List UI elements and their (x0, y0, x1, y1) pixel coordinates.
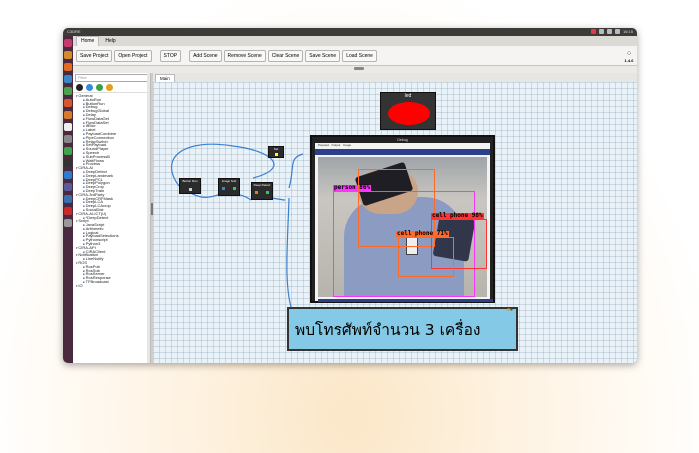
folder-icon[interactable] (106, 84, 113, 91)
gear-icon[interactable]: ● (510, 307, 513, 313)
camera-image: person 86% cell phone 98% cell phone 71% (318, 157, 487, 297)
scene-tab-bar: Main (153, 73, 637, 82)
open-project-button[interactable]: Open Project (114, 49, 152, 62)
node-port[interactable] (189, 188, 192, 191)
writer-icon[interactable] (64, 75, 72, 83)
software-icon[interactable] (64, 111, 72, 119)
node-palette: Filter GeneralAutoRunButtonRunDebugDebug… (73, 73, 151, 363)
save-scene-button[interactable]: Save Scene (305, 49, 341, 62)
toolbar-collapse-handle[interactable] (354, 67, 364, 70)
vscode-icon[interactable] (64, 171, 72, 179)
detection-box-phone (398, 237, 454, 277)
sidebar-scrollbar[interactable] (147, 73, 150, 363)
node-port[interactable] (233, 187, 236, 190)
camera-debug-window[interactable]: Debug Payload Output Image person 86% ce… (310, 135, 495, 303)
amazon-icon[interactable] (64, 123, 72, 131)
clear-scene-button[interactable]: Clear Scene (267, 49, 304, 62)
app-icon[interactable] (64, 183, 72, 191)
menu-image[interactable]: Image (343, 143, 351, 147)
detection-label-phone: cell phone 98% (431, 212, 484, 219)
wifi-icon[interactable] (598, 29, 604, 34)
tab-home[interactable]: Home (76, 36, 100, 46)
globe-icon[interactable] (86, 84, 93, 91)
settings-icon[interactable] (64, 135, 72, 143)
network-icon[interactable] (590, 29, 596, 34)
detection-label-phone: cell phone 71% (396, 230, 449, 237)
ros-icon: ⁘ (625, 49, 633, 58)
terminal-icon[interactable] (64, 159, 72, 167)
caption-icons: ■● (507, 307, 513, 313)
ros-category-icon[interactable] (76, 84, 83, 91)
python-icon[interactable] (64, 195, 72, 203)
cira-icon[interactable] (64, 207, 72, 215)
node-port[interactable] (222, 187, 225, 190)
detection-caption: พบโทรศัพท์จำนวน 3 เครื่อง (287, 307, 518, 351)
led-indicator (388, 102, 430, 125)
filter-input[interactable]: Filter (75, 74, 148, 82)
system-top-bar: C3DRE 16:15 (63, 28, 637, 36)
node-set[interactable]: Set (268, 146, 284, 158)
files-icon[interactable] (64, 51, 72, 59)
version-label: 1.4.6 (624, 58, 634, 63)
menu-tabs: Home Help (73, 36, 637, 46)
clock[interactable]: 16:15 (623, 29, 633, 34)
toolbar: Save Project Open Project STOP Add Scene… (73, 46, 637, 66)
ubuntu-launcher (63, 36, 73, 363)
menu-output[interactable]: Output (331, 143, 340, 147)
battery-icon[interactable] (606, 29, 612, 34)
tab-main[interactable]: Main (155, 74, 175, 82)
flag-icon[interactable] (96, 84, 103, 91)
tab-help[interactable]: Help (101, 37, 119, 46)
node-tree: GeneralAutoRunButtonRunDebugDebugGlobalD… (73, 93, 150, 288)
stop-button[interactable]: STOP (159, 49, 182, 62)
tree-category[interactable]: IO (73, 283, 150, 288)
chrome-icon[interactable] (64, 147, 72, 155)
remove-scene-button[interactable]: Remove Scene (223, 49, 266, 62)
camera-view: Payload Output Image person 86% cell pho… (315, 143, 493, 302)
ubuntu-icon[interactable] (64, 39, 72, 47)
node-image-sub[interactable]: Image Sub (218, 178, 240, 196)
impress-icon[interactable] (64, 99, 72, 107)
palette-icon-row (73, 83, 150, 93)
led-panel[interactable]: led (380, 92, 436, 130)
camera-header-bar (315, 149, 490, 155)
node-deep-detect[interactable]: Deep Detect (251, 182, 273, 200)
camera-status-bar (318, 299, 493, 302)
system-tray: 16:15 (590, 29, 633, 34)
app-window: C3DRE 16:15 Home Help Save Project Open (63, 28, 637, 363)
save-project-button[interactable]: Save Project (76, 49, 113, 62)
load-scene-button[interactable]: Load Scene (342, 49, 377, 62)
node-button-run[interactable]: Button Run (179, 178, 201, 194)
node-port[interactable] (266, 191, 269, 194)
firefox-icon[interactable] (64, 63, 72, 71)
ros-logo: ⁘ 1.4.6 (622, 49, 636, 64)
camera-menu: Payload Output Image (315, 143, 490, 148)
node-port[interactable] (255, 191, 258, 194)
trash-icon[interactable] (64, 219, 72, 227)
add-scene-button[interactable]: Add Scene (189, 49, 222, 62)
menu-payload[interactable]: Payload (318, 143, 329, 147)
led-title: led (404, 93, 412, 99)
node-port[interactable] (275, 153, 278, 156)
window-title: C3DRE (67, 29, 81, 34)
volume-icon[interactable] (614, 29, 620, 34)
calc-icon[interactable] (64, 87, 72, 95)
